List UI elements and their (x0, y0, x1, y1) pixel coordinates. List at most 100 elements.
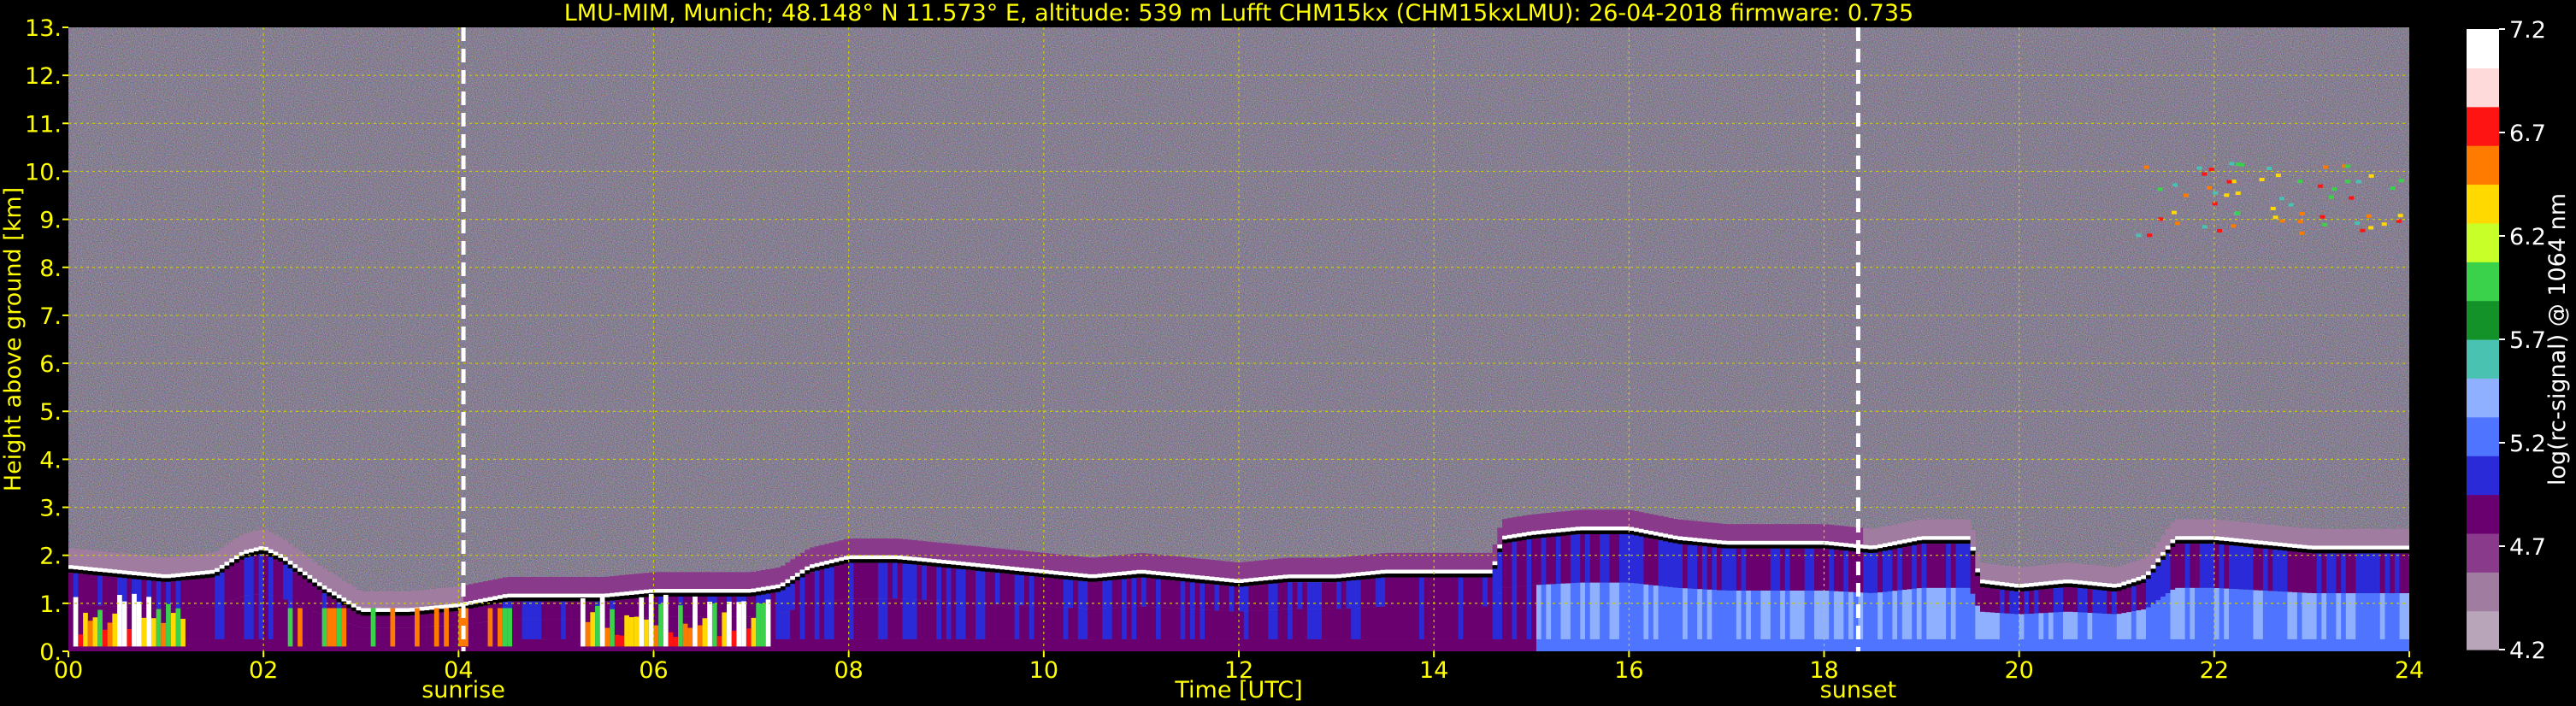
backscatter-cell (351, 607, 357, 612)
backscatter-cell (1097, 581, 1103, 609)
backscatter-cell (1351, 608, 1357, 639)
backscatter-cell (2096, 565, 2103, 583)
backscatter-cell (1068, 608, 1074, 639)
backscatter-cell (931, 638, 937, 651)
backscatter-cell (1453, 569, 1459, 574)
backscatter-cell (2063, 611, 2069, 639)
backscatter-cell (707, 572, 713, 589)
backscatter-cell (1916, 588, 1923, 639)
colorbar-swatch (2467, 145, 2499, 185)
backscatter-cell (819, 602, 825, 639)
backscatter-cell (1394, 638, 1400, 651)
backscatter-cell (2078, 612, 2084, 639)
backscatter-cell (2307, 638, 2313, 651)
backscatter-cell (2345, 553, 2352, 594)
backscatter-cell (931, 558, 937, 563)
backscatter-cell (551, 638, 557, 651)
backscatter-cell (1077, 608, 1084, 639)
backscatter-cell (1677, 540, 1683, 544)
backscatter-cell (1477, 569, 1483, 574)
backscatter-cell (215, 605, 221, 639)
backscatter-cell (824, 564, 830, 568)
backscatter-cell (1404, 574, 1411, 578)
backscatter-cell (180, 576, 186, 581)
backscatter-cell (1463, 574, 1469, 578)
backscatter-cell (2379, 553, 2386, 594)
backscatter-cell (150, 573, 157, 578)
backscatter-cell (1575, 509, 1581, 527)
backscatter-cell (960, 544, 967, 562)
backscatter-cell (551, 597, 557, 602)
backscatter-cell (380, 638, 386, 651)
backscatter-cell (1409, 638, 1415, 651)
backscatter-cell (1185, 557, 1191, 574)
backscatter-cell (1419, 574, 1425, 578)
backscatter-cell (2072, 580, 2078, 585)
backscatter-cell (1438, 577, 1445, 607)
backscatter-cell (121, 570, 128, 574)
backscatter-cell (1219, 581, 1225, 585)
backscatter-cell (551, 601, 557, 620)
backscatter-cell (1614, 533, 1620, 583)
backscatter-cell (2009, 586, 2015, 591)
backscatter-cell (1692, 541, 1698, 546)
backscatter-cell (2292, 547, 2298, 552)
backscatter-cell (2009, 638, 2015, 651)
backscatter-cell (546, 597, 552, 602)
backscatter-cell (1614, 509, 1620, 527)
backscatter-cell (1789, 540, 1795, 545)
backscatter-cell (1931, 536, 1937, 540)
backscatter-cell (556, 576, 562, 594)
backscatter-cell (2262, 524, 2269, 542)
cirrus-cell (2368, 174, 2374, 178)
backscatter-cell (1029, 551, 1035, 569)
backscatter-cell (1658, 638, 1664, 651)
backscatter-cell (824, 561, 830, 565)
backscatter-cell (332, 591, 338, 596)
backscatter-cell (1068, 576, 1074, 580)
backscatter-cell (1784, 590, 1791, 639)
backscatter-cell (702, 572, 708, 589)
backscatter-cell (1189, 574, 1196, 579)
backscatter-cell (1106, 608, 1113, 639)
backscatter-cell (736, 589, 742, 593)
backscatter-cell (541, 619, 547, 639)
backscatter-cell (1936, 638, 1942, 651)
backscatter-cell (863, 638, 869, 651)
backscatter-cell (302, 607, 309, 639)
backscatter-cell (1292, 557, 1299, 575)
backscatter-cell (1687, 544, 1694, 589)
x-tick-label: 14 (1419, 657, 1448, 684)
backscatter-cell (893, 559, 899, 563)
backscatter-cell (536, 619, 542, 639)
backscatter-cell (551, 619, 557, 639)
backscatter-cell (1282, 578, 1288, 583)
backscatter-cell (2116, 638, 2123, 651)
backscatter-cell (351, 625, 357, 639)
backscatter-cell (1984, 580, 1991, 585)
backscatter-cell (1088, 574, 1093, 579)
backscatter-cell (453, 586, 459, 604)
backscatter-cell (546, 638, 552, 651)
backscatter-cell (1048, 606, 1054, 639)
backscatter-cell (1472, 574, 1479, 578)
backscatter-cell (570, 597, 576, 602)
backscatter-cell (2195, 587, 2201, 639)
backscatter-cell (858, 538, 864, 556)
backscatter-cell (136, 572, 143, 576)
backscatter-cell (1872, 544, 1878, 550)
backscatter-cell (2331, 545, 2337, 550)
backscatter-cell (2131, 582, 2137, 586)
backscatter-cell (614, 596, 621, 601)
backscatter-cell (843, 556, 850, 560)
backscatter-cell (751, 571, 757, 589)
backscatter-cell (346, 623, 352, 639)
backscatter-cell (287, 544, 293, 562)
aerosol-burst-cell (141, 617, 147, 647)
backscatter-cell (215, 551, 221, 568)
backscatter-cell (951, 601, 957, 639)
backscatter-cell (1575, 534, 1581, 583)
backscatter-cell (1555, 528, 1562, 533)
backscatter-cell (1263, 638, 1269, 651)
backscatter-cell (385, 638, 392, 651)
